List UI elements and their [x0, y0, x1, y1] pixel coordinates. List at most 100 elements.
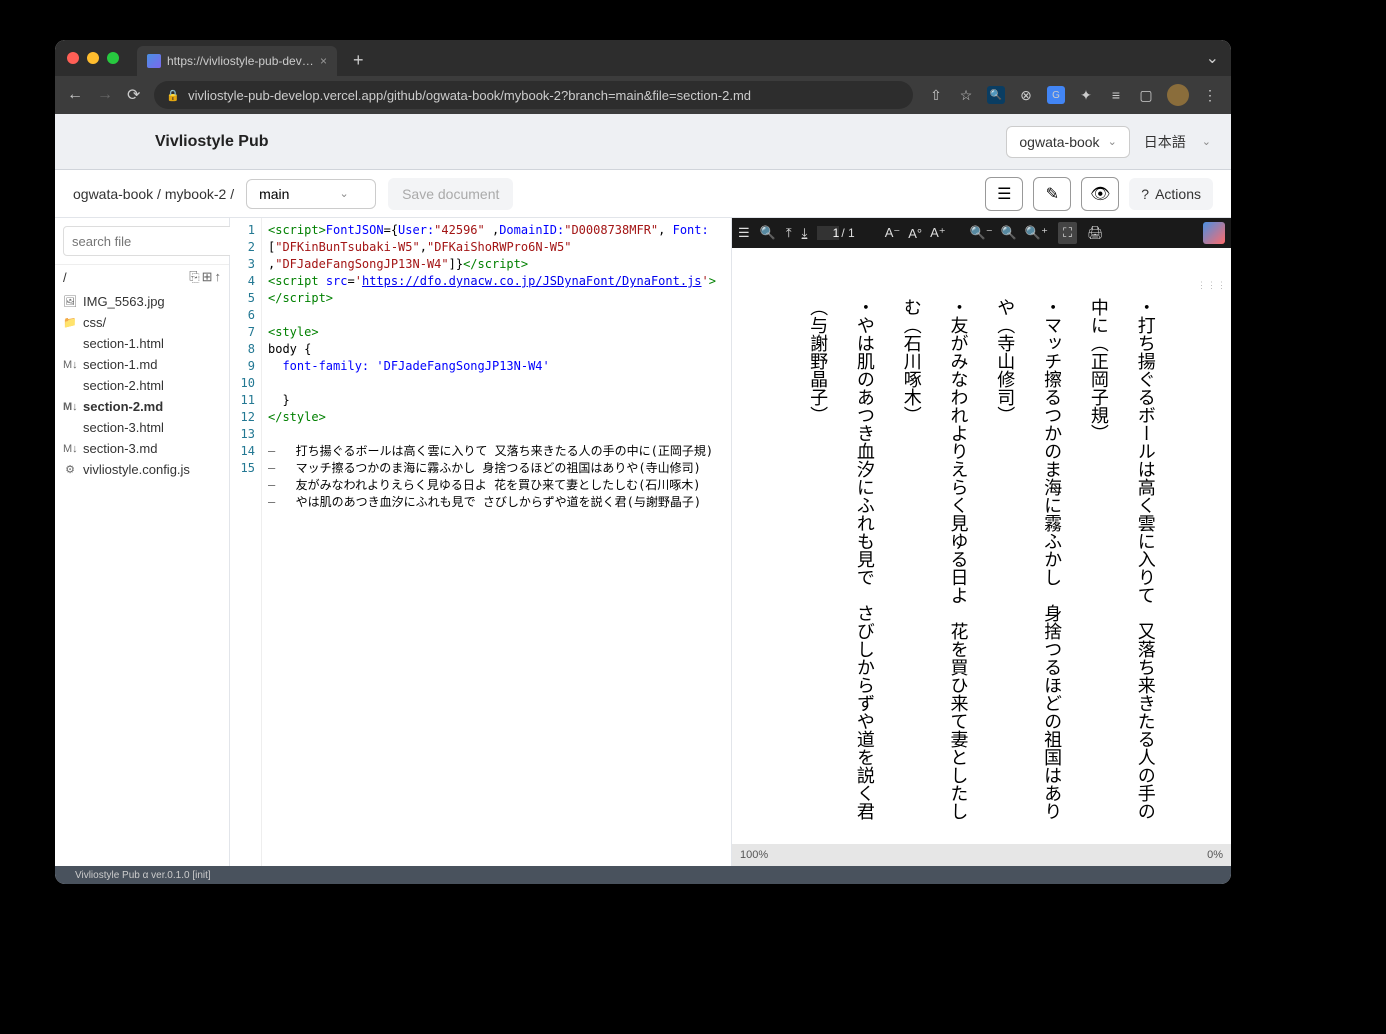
preview-page: ⋮⋮⋮ ・打ち揚ぐるボールは高く雲に入りて 又落ち来きたる人の手の中に（正岡子規…	[732, 248, 1231, 844]
file-name: section-1.md	[83, 357, 157, 372]
bookmark-icon[interactable]: ☆	[957, 86, 975, 104]
file-name: section-3.html	[83, 420, 164, 435]
file-item[interactable]: 🖼 IMG_5563.jpg	[55, 291, 229, 312]
file-type-icon: ⚙	[63, 463, 77, 476]
language-selector[interactable]: 日本語 ⌄	[1144, 132, 1211, 152]
upload-icon[interactable]: ↑	[215, 269, 222, 285]
browser-window: https://vivliostyle-pub-develop × + ⌄ ← …	[55, 40, 1231, 884]
address-bar[interactable]: 🔒 vivliostyle-pub-develop.vercel.app/git…	[154, 81, 913, 109]
menu-button[interactable]: ☰	[985, 177, 1023, 211]
branch-selector[interactable]: main ⌄	[246, 179, 376, 209]
ext-icon-4[interactable]: ≡	[1107, 86, 1125, 104]
zoom-left: 100%	[740, 849, 768, 861]
back-button[interactable]: ←	[67, 86, 83, 104]
main-area: ⟳ / ⎘ ⊞ ↑ 🖼IMG_5563.jpg📁css/section-1.ht…	[55, 218, 1231, 866]
font-default-icon[interactable]: A°	[908, 226, 922, 241]
print-icon[interactable]: 🖨	[1087, 225, 1104, 241]
prev-page-icon[interactable]: ⤓	[802, 225, 808, 241]
zoom-out-icon[interactable]: 🔍⁻	[970, 225, 993, 241]
zoom-in-icon[interactable]: 🔍⁺	[1025, 225, 1048, 241]
drag-handle-icon[interactable]: ⋮⋮⋮	[1197, 280, 1227, 291]
close-window[interactable]	[67, 52, 79, 64]
toc-icon[interactable]: ☰	[738, 225, 750, 241]
eye-icon: 👁	[1090, 184, 1110, 204]
file-name: section-2.html	[83, 378, 164, 393]
new-folder-icon[interactable]: ⊞	[202, 269, 213, 285]
file-item[interactable]: section-1.html	[55, 333, 229, 354]
branch-name: main	[259, 186, 289, 202]
zoom-fit-icon[interactable]: 🔍	[1001, 225, 1017, 241]
font-larger-icon[interactable]: A⁺	[930, 225, 946, 241]
help-icon: ?	[1141, 186, 1149, 202]
chevron-down-icon: ⌄	[1108, 135, 1117, 148]
page-input[interactable]	[817, 226, 839, 240]
code-content[interactable]: <script>FontJSON={User:"42596" ,DomainID…	[262, 218, 731, 866]
vivliostyle-logo-icon	[1203, 222, 1225, 244]
file-item[interactable]: M↓ section-2.md	[55, 396, 229, 417]
chevron-down-icon: ⌄	[1202, 135, 1211, 148]
file-name: section-2.md	[83, 399, 163, 414]
fullscreen-icon[interactable]: ⛶	[1058, 222, 1077, 244]
ext-icon-5[interactable]: ▢	[1137, 86, 1155, 104]
file-item[interactable]: 📁 css/	[55, 312, 229, 333]
app-header: Vivliostyle Pub ogwata-book ⌄ 日本語 ⌄	[55, 114, 1231, 170]
app-toolbar: ogwata-book / mybook-2 / main ⌄ Save doc…	[55, 170, 1231, 218]
file-item[interactable]: ⚙ vivliostyle.config.js	[55, 459, 229, 480]
file-item[interactable]: M↓section-3.md	[55, 438, 229, 459]
url-bar: ← → ⟳ 🔒 vivliostyle-pub-develop.vercel.a…	[55, 76, 1231, 114]
file-item[interactable]: section-2.html	[55, 375, 229, 396]
file-type-icon: 📁	[63, 316, 77, 329]
file-item[interactable]: section-3.html	[55, 417, 229, 438]
file-name: vivliostyle.config.js	[83, 462, 190, 477]
file-type-icon: 🖼	[63, 295, 77, 308]
reload-button[interactable]: ⟳	[127, 85, 140, 105]
root-path: /	[63, 270, 67, 285]
maximize-window[interactable]	[107, 52, 119, 64]
ext-icon-3[interactable]: G	[1047, 86, 1065, 104]
language-label: 日本語	[1144, 132, 1186, 152]
extensions-icon[interactable]: ✦	[1077, 86, 1095, 104]
file-name: IMG_5563.jpg	[83, 294, 165, 309]
menu-icon[interactable]: ⋮	[1201, 86, 1219, 104]
edit-icon: ✎	[1046, 184, 1059, 204]
profile-avatar[interactable]	[1167, 84, 1189, 106]
file-item[interactable]: M↓section-1.md	[55, 354, 229, 375]
favicon-icon	[147, 54, 161, 68]
ext-icon-1[interactable]: 🔍	[987, 86, 1005, 104]
ext-icon-2[interactable]: ⊗	[1017, 86, 1035, 104]
font-smaller-icon[interactable]: A⁻	[885, 225, 901, 241]
actions-label: Actions	[1155, 186, 1201, 202]
forward-button[interactable]: →	[97, 86, 113, 104]
file-list: 🖼IMG_5563.jpg📁css/section-1.htmlM↓sectio…	[55, 289, 229, 482]
page-total: / 1	[841, 226, 854, 240]
status-text: Vivliostyle Pub α ver.0.1.0 [init]	[75, 870, 211, 881]
tabbar-overflow-icon[interactable]: ⌄	[1206, 48, 1219, 68]
first-page-icon[interactable]: ⤒	[786, 225, 792, 241]
save-button[interactable]: Save document	[388, 178, 513, 210]
browser-tab[interactable]: https://vivliostyle-pub-develop ×	[137, 46, 337, 76]
share-icon[interactable]: ⇧	[927, 86, 945, 104]
new-tab-button[interactable]: +	[345, 50, 372, 71]
close-tab-icon[interactable]: ×	[320, 54, 327, 68]
actions-button[interactable]: ? Actions	[1129, 178, 1213, 210]
repo-name: ogwata-book	[1019, 134, 1099, 150]
zoom-right: 0%	[1207, 849, 1223, 861]
search-icon[interactable]: 🔍	[760, 225, 776, 241]
chevron-down-icon: ⌄	[339, 187, 348, 200]
preview-footer: 100% 0%	[732, 844, 1231, 866]
file-name: section-3.md	[83, 441, 157, 456]
file-sidebar: ⟳ / ⎘ ⊞ ↑ 🖼IMG_5563.jpg📁css/section-1.ht…	[55, 218, 230, 866]
minimize-window[interactable]	[87, 52, 99, 64]
file-name: css/	[83, 315, 106, 330]
file-type-icon: M↓	[63, 401, 77, 413]
edit-button[interactable]: ✎	[1033, 177, 1071, 211]
new-file-icon[interactable]: ⎘	[189, 269, 199, 285]
code-editor[interactable]: 123456789101112131415 <script>FontJSON={…	[230, 218, 731, 866]
preview-pane: ☰ 🔍 ⤒ ⤓ / 1 A⁻ A° A⁺ 🔍⁻ 🔍 🔍⁺	[731, 218, 1231, 866]
url-text: vivliostyle-pub-develop.vercel.app/githu…	[188, 88, 751, 103]
search-input[interactable]	[63, 226, 257, 256]
preview-button[interactable]: 👁	[1081, 177, 1119, 211]
preview-toolbar: ☰ 🔍 ⤒ ⤓ / 1 A⁻ A° A⁺ 🔍⁻ 🔍 🔍⁺	[732, 218, 1231, 248]
repo-selector[interactable]: ogwata-book ⌄	[1006, 126, 1129, 158]
tab-bar: https://vivliostyle-pub-develop × + ⌄	[55, 40, 1231, 76]
